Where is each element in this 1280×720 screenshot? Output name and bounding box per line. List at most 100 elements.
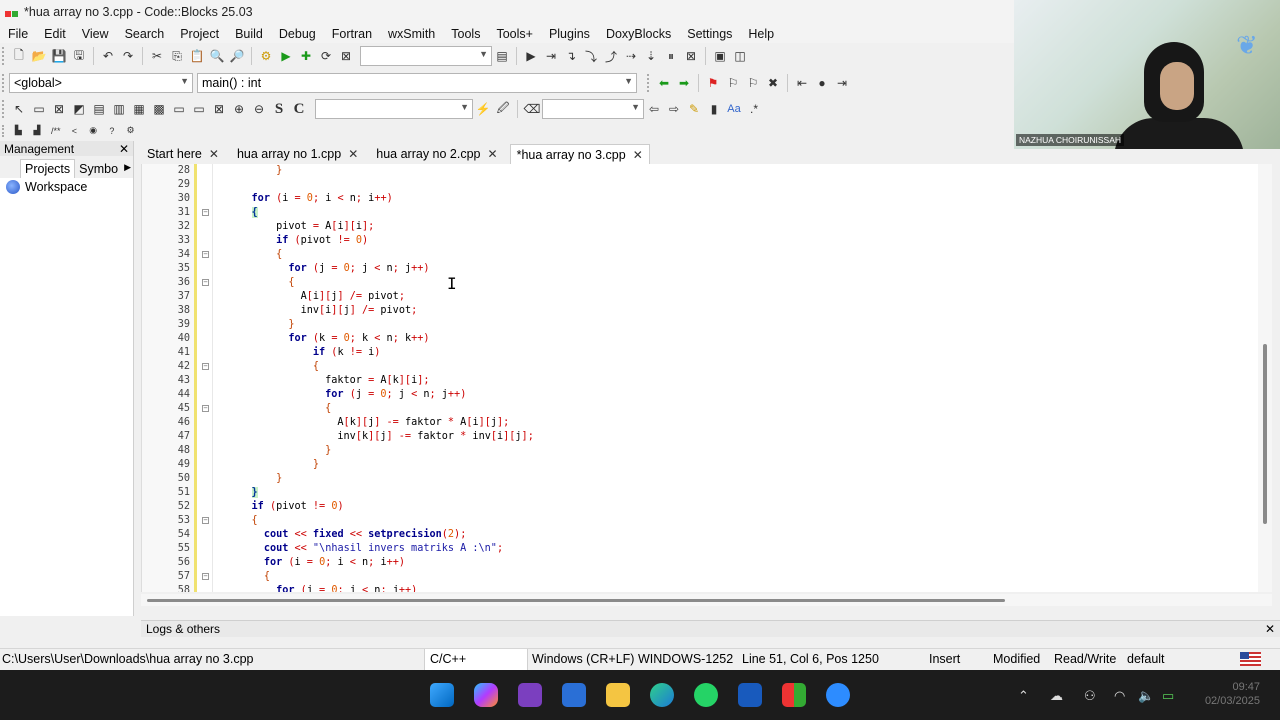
fold-toggle-icon[interactable]: − [202, 363, 209, 370]
menu-edit[interactable]: Edit [36, 27, 74, 41]
redo-icon[interactable]: ↷ [119, 47, 137, 65]
code-line[interactable]: 45 − { [142, 402, 1258, 416]
new-file-icon[interactable]: 🗋 [10, 47, 28, 65]
rebuild-icon[interactable]: ⟳ [317, 47, 335, 65]
code-line[interactable]: 40 for (k = 0; k < n; k++) [142, 332, 1258, 346]
tray-app-icon[interactable]: ⚇ [1084, 688, 1096, 704]
copilot-icon[interactable] [474, 683, 498, 707]
jump-forward-icon[interactable]: ➡ [675, 74, 693, 92]
layout-4-icon[interactable]: ▩ [150, 100, 168, 118]
find-icon[interactable]: 🔍 [208, 47, 226, 65]
layout-3-icon[interactable]: ▦ [130, 100, 148, 118]
pointer-icon[interactable]: ↖ [10, 100, 28, 118]
close-tab-icon[interactable]: ✕ [488, 147, 498, 161]
code-line[interactable]: 38 inv[i][j] /= pivot; [142, 304, 1258, 318]
codeblocks-taskbar-icon[interactable] [782, 683, 806, 707]
code-line[interactable]: 47 inv[k][j] -= faktor * inv[i][j]; [142, 430, 1258, 444]
regex-star-icon[interactable]: .* [745, 100, 763, 118]
menu-project[interactable]: Project [172, 27, 227, 41]
doxy-prefs-icon[interactable]: ⚙ [122, 125, 139, 137]
box-slash-icon[interactable]: ◩ [70, 100, 88, 118]
code-line[interactable]: 35 for (j = 0; j < n; j++) [142, 262, 1258, 276]
wifi-icon[interactable]: ◠ [1114, 688, 1125, 704]
fold-toggle-icon[interactable]: − [202, 517, 209, 524]
incremental-search-combo[interactable]: ▼ [542, 99, 644, 119]
block-1-icon[interactable]: ▭ [170, 100, 188, 118]
search-combo[interactable]: ▼ [315, 99, 473, 119]
code-line[interactable]: 31 − { [142, 206, 1258, 220]
menu-settings[interactable]: Settings [679, 27, 740, 41]
zoom-out-icon[interactable]: ⊖ [250, 100, 268, 118]
code-line[interactable]: 53 − { [142, 514, 1258, 528]
tab-scroll-right-icon[interactable]: ▶ [124, 162, 131, 173]
code-line[interactable]: 42 − { [142, 360, 1258, 374]
run-icon[interactable]: ▶ [277, 47, 295, 65]
code-line[interactable]: 50 } [142, 472, 1258, 486]
close-tab-icon[interactable]: ✕ [209, 147, 219, 161]
circle-icon[interactable]: ● [813, 74, 831, 92]
box-x-icon[interactable]: ⊠ [50, 100, 68, 118]
layout-1-icon[interactable]: ▤ [90, 100, 108, 118]
block-2-icon[interactable]: ▭ [190, 100, 208, 118]
menu-tools[interactable]: Tools [443, 27, 488, 41]
abort-icon[interactable]: ⊠ [337, 47, 355, 65]
clear-bookmarks-icon[interactable]: ✖ [764, 74, 782, 92]
code-line[interactable]: 37 A[i][j] /= pivot; [142, 290, 1258, 304]
doxy-help-icon[interactable]: ? [104, 125, 121, 137]
target-options-icon[interactable]: ▤ [493, 47, 511, 65]
s-icon[interactable]: S [270, 100, 288, 118]
undo-icon[interactable]: ↶ [99, 47, 117, 65]
fold-toggle-icon[interactable]: − [202, 573, 209, 580]
close-tab-icon[interactable]: ✕ [633, 148, 643, 162]
save-all-icon[interactable]: 🖫 [70, 47, 88, 65]
open-file-icon[interactable]: 📂 [30, 47, 48, 65]
cut-icon[interactable]: ✂ [148, 47, 166, 65]
scope-select[interactable]: <global> ▼ [9, 72, 193, 93]
comment-line-icon[interactable]: < [66, 125, 83, 137]
tab-symbols[interactable]: Symbo [75, 160, 122, 178]
highlight-pen-icon[interactable]: ✎ [685, 100, 703, 118]
editor-tab[interactable]: hua array no 2.cpp ✕ [370, 144, 503, 164]
match-case-icon[interactable]: Aa [725, 100, 743, 118]
step-instruction-icon[interactable]: ⇣ [642, 47, 660, 65]
menu-doxyblocks[interactable]: DoxyBlocks [598, 27, 679, 41]
app-purple-icon[interactable] [518, 683, 542, 707]
zoom-icon[interactable] [826, 683, 850, 707]
code-line[interactable]: 43 faktor = A[k][i]; [142, 374, 1258, 388]
word-icon[interactable] [738, 683, 762, 707]
stop-debug-icon[interactable]: ⊠ [682, 47, 700, 65]
language-flag-icon[interactable] [1240, 652, 1261, 666]
doxy-2-icon[interactable]: ▟ [29, 125, 46, 137]
build-gear-icon[interactable]: ⚙ [257, 47, 275, 65]
next-instruction-icon[interactable]: ⇢ [622, 47, 640, 65]
menu-debug[interactable]: Debug [271, 27, 324, 41]
next-call-icon[interactable]: ⇥ [833, 74, 851, 92]
menu-view[interactable]: View [74, 27, 117, 41]
code-line[interactable]: 30 for (i = 0; i < n; i++) [142, 192, 1258, 206]
workspace-tree-item[interactable]: Workspace [0, 178, 133, 196]
prev-bookmark-icon[interactable]: ⚐ [724, 74, 742, 92]
editor-vertical-scrollbar[interactable] [1258, 164, 1272, 592]
onedrive-cloud-icon[interactable]: ☁ [1050, 688, 1063, 704]
menu-search[interactable]: Search [117, 27, 173, 41]
next-line-icon[interactable]: ↴ [562, 47, 580, 65]
menu-build[interactable]: Build [227, 27, 271, 41]
fold-toggle-icon[interactable]: − [202, 405, 209, 412]
close-tab-icon[interactable]: ✕ [348, 147, 358, 161]
frame-icon[interactable]: ▭ [30, 100, 48, 118]
fold-toggle-icon[interactable]: − [202, 251, 209, 258]
fold-toggle-icon[interactable]: − [202, 279, 209, 286]
whatsapp-icon[interactable] [694, 683, 718, 707]
copy-icon[interactable]: ⎘ [168, 47, 186, 65]
step-out-icon[interactable]: ⤴ [602, 47, 620, 65]
c-icon[interactable]: C [290, 100, 308, 118]
function-select[interactable]: main() : int ▼ [197, 72, 637, 93]
regex-icon[interactable]: ⚡ [474, 100, 492, 118]
doxy-run-icon[interactable]: ◉ [85, 125, 102, 137]
build-target-select[interactable]: ▼ [360, 46, 492, 66]
code-line[interactable]: 32 pivot = A[i][i]; [142, 220, 1258, 234]
build-run-icon[interactable]: ✚ [297, 47, 315, 65]
close-icon[interactable]: ✕ [119, 142, 129, 156]
next-bookmark-icon[interactable]: ⚐ [744, 74, 762, 92]
step-into-icon[interactable]: ⤵ [582, 47, 600, 65]
